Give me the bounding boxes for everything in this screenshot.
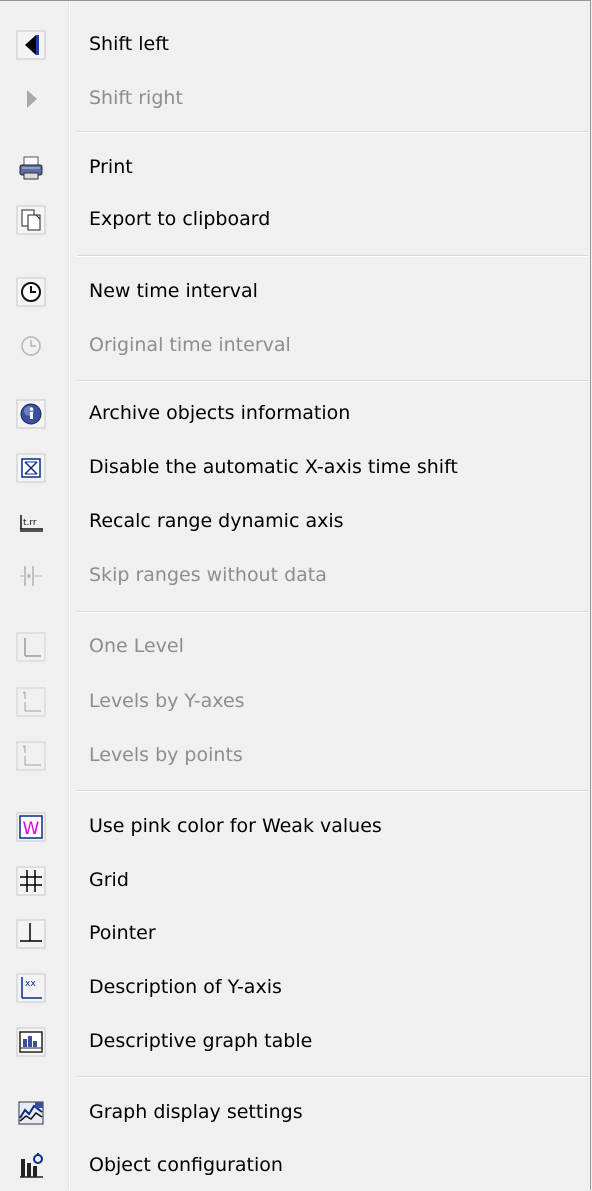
- object-config-icon: [16, 1151, 46, 1181]
- menu-separator: [77, 790, 588, 792]
- menu-item-label: Descriptive graph table: [89, 1030, 313, 1052]
- menu-item-y-axis-description[interactable]: xx Description of Y-axis: [2, 961, 588, 1013]
- menu-item-label: Graph display settings: [89, 1101, 303, 1123]
- weak-values-icon: W: [16, 812, 46, 842]
- menu-item-disable-x-axis-shift[interactable]: Disable the automatic X-axis time shift: [2, 441, 588, 493]
- menu-item-original-time-interval[interactable]: Original time interval: [2, 319, 588, 371]
- arrow-left-icon: [16, 30, 46, 60]
- menu-item-levels-y-axes[interactable]: Levels by Y-axes: [2, 675, 588, 727]
- clock-icon: [16, 331, 46, 361]
- levels-points-icon: [16, 741, 46, 771]
- menu-item-pointer[interactable]: Pointer: [2, 907, 588, 959]
- menu-item-label: Recalc range dynamic axis: [89, 510, 344, 532]
- menu-item-pink-weak-values[interactable]: W Use pink color for Weak values: [2, 800, 588, 852]
- menu-item-new-time-interval[interactable]: New time interval: [2, 265, 588, 317]
- menu-separator: [77, 380, 588, 382]
- menu-item-shift-left[interactable]: Shift left: [2, 18, 588, 70]
- one-level-icon: [16, 632, 46, 662]
- menu-item-label: One Level: [89, 635, 184, 657]
- menu-item-label: Pointer: [89, 922, 156, 944]
- menu-item-skip-ranges[interactable]: Skip ranges without data: [2, 549, 588, 601]
- menu-separator: [77, 611, 588, 613]
- menu-item-label: Levels by Y-axes: [89, 690, 245, 712]
- graph-settings-icon: [16, 1098, 46, 1128]
- menu-item-label: Shift right: [89, 87, 183, 109]
- menu-item-label: Print: [89, 156, 133, 178]
- menu-item-label: Description of Y-axis: [89, 976, 282, 998]
- menu-item-label: Archive objects information: [89, 402, 351, 424]
- graph-table-icon: [16, 1027, 46, 1057]
- menu-item-label: Object configuration: [89, 1154, 283, 1176]
- menu-item-label: Grid: [89, 869, 129, 891]
- menu-separator: [77, 255, 588, 257]
- menu-separator: [77, 1076, 588, 1078]
- menu-item-print[interactable]: Print: [2, 141, 588, 193]
- axis-range-icon: t.rr: [16, 507, 46, 537]
- menu-item-label: Use pink color for Weak values: [89, 815, 382, 837]
- svg-text:t.rr: t.rr: [23, 518, 37, 528]
- clock-icon: [16, 277, 46, 307]
- menu-item-label: Levels by points: [89, 744, 243, 766]
- menu-item-label: Export to clipboard: [89, 208, 271, 230]
- menu-item-label: Original time interval: [89, 334, 291, 356]
- svg-text:xx: xx: [25, 979, 36, 989]
- menu-item-label: Skip ranges without data: [89, 564, 327, 586]
- menu-item-recalc-range[interactable]: t.rr Recalc range dynamic axis: [2, 495, 588, 547]
- skip-ranges-icon: [16, 561, 46, 591]
- menu-item-shift-right[interactable]: Shift right: [2, 72, 588, 124]
- pointer-icon: [16, 919, 46, 949]
- menu-item-graph-display-settings[interactable]: Graph display settings: [2, 1086, 588, 1138]
- menu-separator: [77, 131, 588, 133]
- svg-text:W: W: [23, 819, 40, 839]
- context-menu: Shift left Shift right Print Export to c…: [0, 0, 591, 1190]
- menu-item-archive-objects-info[interactable]: Archive objects information: [2, 387, 588, 439]
- arrow-right-icon: [16, 84, 46, 114]
- menu-item-object-configuration[interactable]: Object configuration: [2, 1139, 588, 1191]
- menu-item-export-clipboard[interactable]: Export to clipboard: [2, 193, 588, 245]
- info-icon: [16, 399, 46, 429]
- menu-item-label: Shift left: [89, 33, 169, 55]
- menu-item-one-level[interactable]: One Level: [2, 620, 588, 672]
- menu-item-label: Disable the automatic X-axis time shift: [89, 456, 458, 478]
- box-x-icon: [16, 453, 46, 483]
- menu-item-levels-points[interactable]: Levels by points: [2, 729, 588, 781]
- levels-y-axes-icon: [16, 687, 46, 717]
- printer-icon: [16, 153, 46, 183]
- y-axis-description-icon: xx: [16, 973, 46, 1003]
- menu-item-graph-table[interactable]: Descriptive graph table: [2, 1015, 588, 1067]
- clipboard-icon: [16, 205, 46, 235]
- grid-icon: [16, 866, 46, 896]
- menu-item-label: New time interval: [89, 280, 258, 302]
- menu-item-grid[interactable]: Grid: [2, 854, 588, 906]
